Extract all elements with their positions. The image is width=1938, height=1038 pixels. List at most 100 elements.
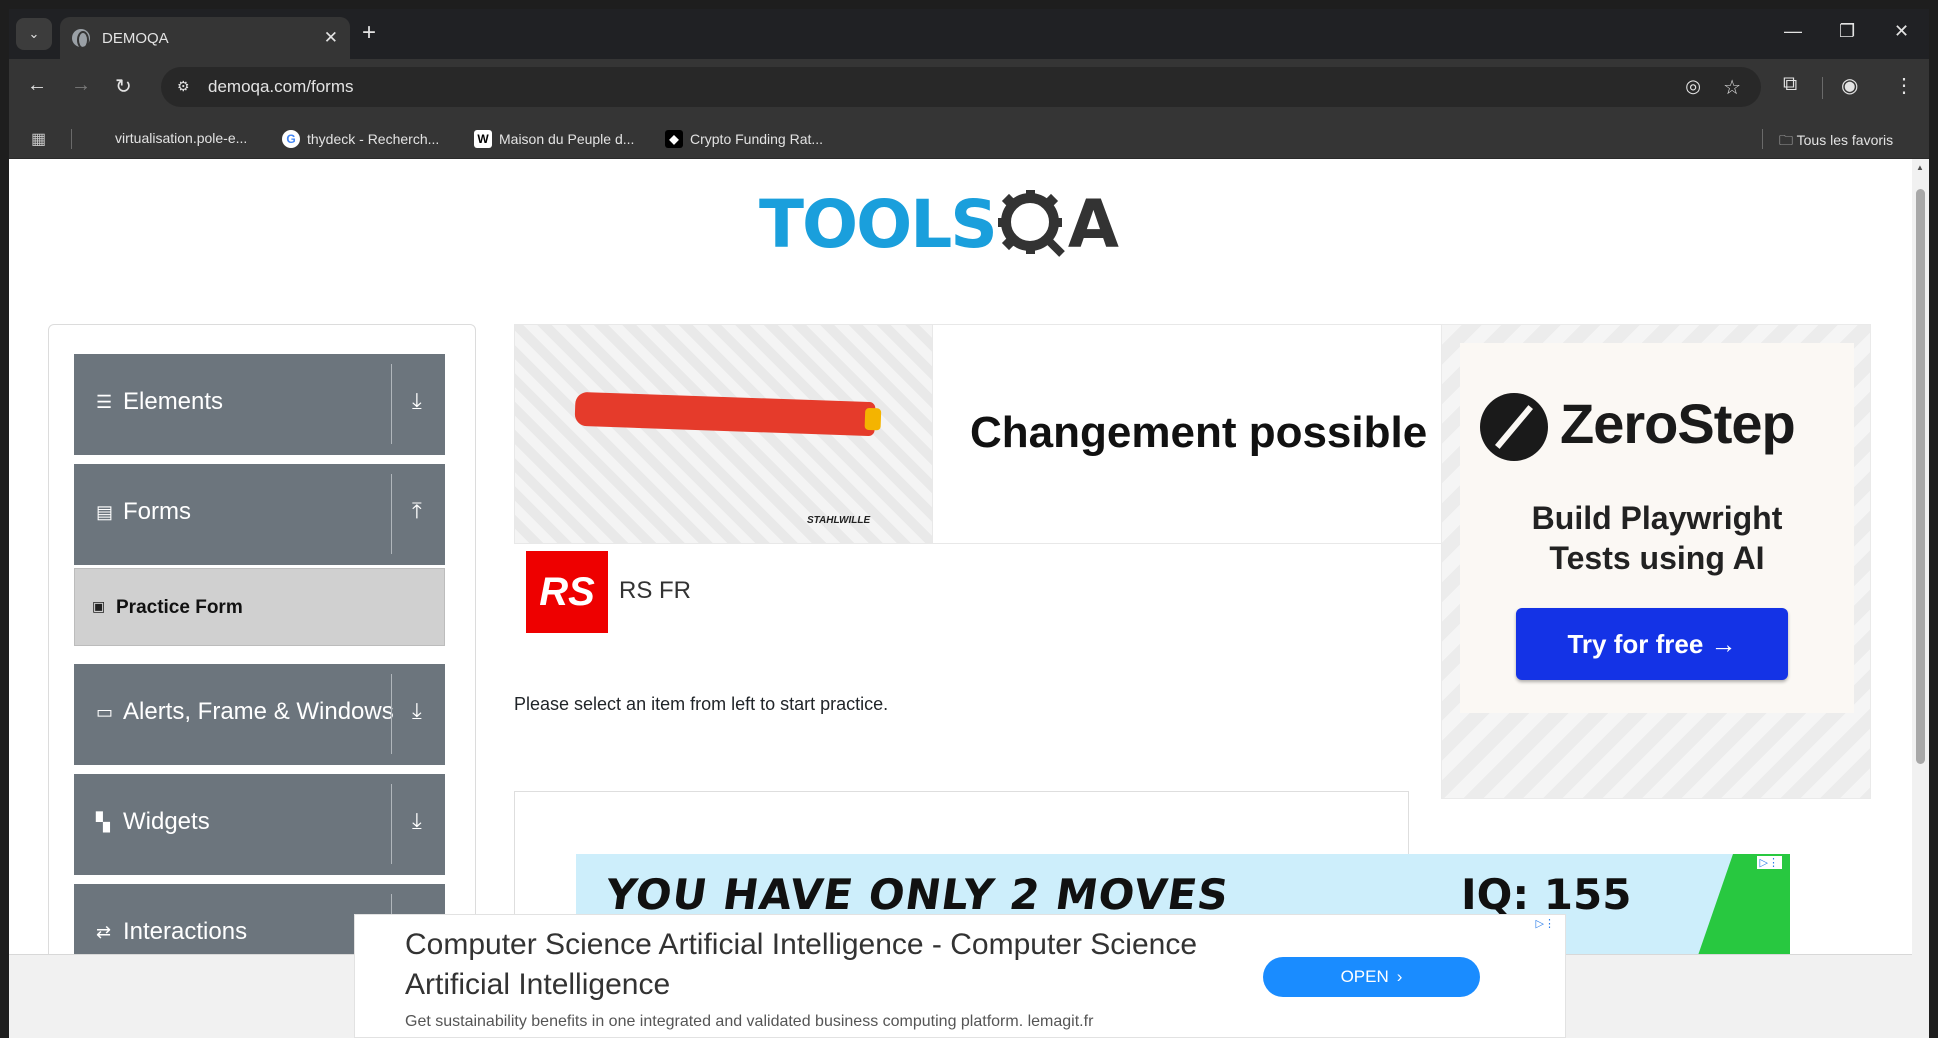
bookmark-label: virtualisation.pole-e... (115, 130, 248, 146)
back-button[interactable]: ← (27, 74, 47, 97)
bookmark-item[interactable]: virtualisation.pole-e... (115, 130, 247, 146)
open-button[interactable]: OPEN › (1263, 957, 1480, 997)
ad-zerostep[interactable]: ZeroStep Build Playwright Tests using AI… (1441, 324, 1871, 799)
profile-icon[interactable]: ◉ (1841, 73, 1858, 98)
ad-bottom-title: Computer Science Artificial Intelligence… (405, 928, 1198, 1001)
divider (391, 364, 392, 444)
forward-button[interactable]: → (71, 74, 91, 97)
zerostep-logo-icon (1480, 393, 1548, 461)
sidebar-group-alerts[interactable]: ▭ Alerts, Frame & Windows ⤓ (74, 664, 445, 765)
tagline-line-1: Build Playwright (1531, 500, 1783, 536)
bookmark-label: thydeck - Recherch... (307, 131, 440, 147)
ad-bottom[interactable]: Computer Science Artificial Intelligence… (354, 914, 1566, 1038)
widgets-icon: ▚ (96, 812, 110, 832)
crypto-icon: ◆ (665, 130, 683, 148)
divider (391, 674, 392, 754)
page-content: TOOLS A ☰ Elements ⤓ ▤ Forms ⤒ ▣ Practic… (9, 159, 1912, 1038)
scrollbar-thumb[interactable] (1916, 189, 1925, 764)
ad-headline: Changement possible du (970, 408, 1494, 457)
sidebar-item-practice-form[interactable]: ▣ Practice Form (74, 568, 445, 646)
sidebar-item-label: Practice Form (116, 597, 243, 618)
close-window-button[interactable]: ✕ (1894, 21, 1909, 42)
chevron-right-icon: › (1396, 967, 1403, 986)
minimize-button[interactable]: — (1784, 21, 1802, 42)
try-for-free-button[interactable]: Try for free → (1516, 608, 1788, 680)
ad-banner-top[interactable]: STAHLWILLE Changement possible du (514, 324, 1514, 544)
download-icon: ⤓ (412, 698, 422, 723)
zerostep-tagline: Build Playwright Tests using AI (1460, 498, 1854, 578)
window-icon: ▭ (96, 702, 114, 722)
sidebar-group-label: Widgets (123, 808, 210, 835)
gear-magnifier-icon (997, 190, 1065, 257)
ad-product-image: STAHLWILLE (515, 325, 933, 543)
sidebar-group-elements[interactable]: ☰ Elements ⤓ (74, 354, 445, 455)
tab-demoqa[interactable]: DEMOQA ✕ (60, 17, 350, 59)
browser-window: ⌄ DEMOQA ✕ + — ❐ ✕ ← → ↻ ⚙ demoqa.com/fo… (9, 9, 1929, 1038)
ad-bottom-subtitle: Get sustainability benefits in one integ… (405, 1013, 1094, 1030)
bookmark-divider (1762, 129, 1763, 149)
upload-icon: ⤒ (412, 498, 422, 523)
instruction-text: Please select an item from left to start… (514, 694, 889, 714)
open-button-label: OPEN (1340, 967, 1389, 986)
logo-text-a: A (1067, 185, 1119, 263)
google-icon: G (282, 130, 300, 148)
sidebar-group-widgets[interactable]: ▚ Widgets ⤓ (74, 774, 445, 875)
ad-brand: STAHLWILLE (807, 515, 871, 526)
interactions-icon: ⇄ (96, 922, 112, 942)
rs-logo[interactable]: RS (526, 551, 608, 633)
reload-button[interactable]: ↻ (115, 74, 132, 99)
tab-strip: ⌄ DEMOQA ✕ + — ❐ ✕ (9, 9, 1929, 59)
apps-grid-icon[interactable]: ▦ (31, 129, 46, 149)
adchoices-icon[interactable]: ▷⋮ (1536, 917, 1555, 930)
ad-game-iq: IQ: 155 (1461, 870, 1632, 919)
close-tab-icon[interactable]: ✕ (324, 28, 338, 48)
all-bookmarks-label: Tous les favoris (1796, 132, 1894, 148)
globe-icon (72, 29, 90, 49)
new-tab-button[interactable]: + (362, 21, 376, 45)
zerostep-name: ZeroStep (1560, 392, 1796, 455)
sidebar-group-forms[interactable]: ▤ Forms ⤒ (74, 464, 445, 565)
bookmark-star-icon[interactable]: ☆ (1723, 75, 1741, 100)
folder-icon: 🗀 (1779, 132, 1793, 148)
torque-wrench-image (574, 391, 876, 437)
sidebar-group-label: Elements (123, 388, 224, 415)
ad-game-graphic (1695, 854, 1790, 964)
divider (391, 784, 392, 864)
tab-search-button[interactable]: ⌄ (16, 18, 52, 50)
bookmarks-bar: ▦ virtualisation.pole-e... G thydeck - R… (9, 119, 1929, 159)
address-bar[interactable]: ⚙ demoqa.com/forms ◎ ☆ (161, 67, 1761, 107)
site-settings-icon[interactable]: ⚙ (177, 78, 195, 96)
bookmark-item[interactable]: W Maison du Peuple d... (474, 130, 634, 148)
ad-zerostep-card: ZeroStep Build Playwright Tests using AI… (1460, 343, 1854, 713)
tab-title: DEMOQA (102, 29, 169, 47)
menu-icon[interactable]: ⋮ (1894, 73, 1914, 98)
bookmark-item[interactable]: ◆ Crypto Funding Rat... (665, 130, 823, 148)
eye-slash-icon[interactable]: ◎ (1685, 76, 1701, 97)
html5-icon: ▣ (92, 598, 106, 614)
toolbar-divider (1822, 77, 1823, 99)
ad-game-headline: YOU HAVE ONLY 2 MOVES (602, 870, 1233, 919)
restore-button[interactable]: ❐ (1839, 21, 1855, 42)
advertiser-name[interactable]: RS FR (619, 577, 691, 605)
toolsqa-logo[interactable]: TOOLS A (759, 179, 1119, 269)
scroll-up-icon[interactable]: ▲ (1916, 163, 1924, 172)
all-bookmarks-folder[interactable]: 🗀 Tous les favoris (1779, 130, 1893, 154)
bookmark-item[interactable]: G thydeck - Recherch... (282, 130, 439, 148)
sidebar-group-label: Forms (123, 498, 191, 525)
url-text[interactable]: demoqa.com/forms (208, 77, 354, 97)
sidebar-group-label: Alerts, Frame & Windows (123, 698, 394, 725)
logo-text-tools: TOOLS (759, 185, 998, 263)
download-icon: ⤓ (412, 388, 422, 413)
page-scrollbar[interactable]: ▲ (1912, 159, 1929, 1038)
hamburger-icon: ☰ (96, 392, 113, 412)
bookmark-label: Crypto Funding Rat... (690, 131, 824, 147)
download-icon: ⤓ (412, 808, 422, 833)
document-icon: ▤ (96, 502, 114, 522)
wikipedia-icon: W (474, 130, 492, 148)
tagline-line-2: Tests using AI (1549, 540, 1765, 576)
extensions-icon[interactable]: ⧉ (1783, 73, 1797, 96)
bookmark-divider (71, 129, 72, 149)
adchoices-icon[interactable]: ▷⋮ (1756, 856, 1782, 869)
browser-toolbar: ← → ↻ ⚙ demoqa.com/forms ◎ ☆ ⧉ ◉ ⋮ (9, 59, 1929, 119)
divider (391, 474, 392, 554)
